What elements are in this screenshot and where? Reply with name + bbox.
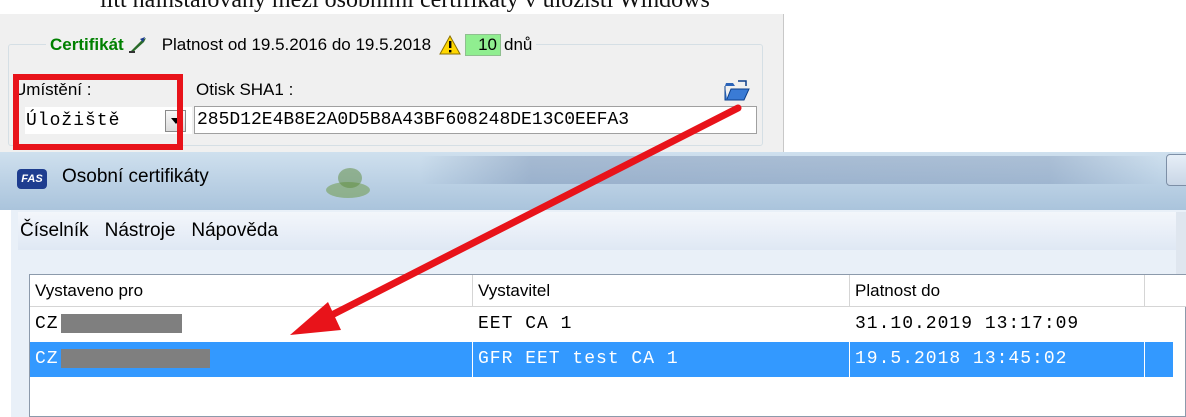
document-text-fragment: litt nainstalovaný mezi osobními certifi…: [0, 0, 1186, 14]
table-row-selected[interactable]: CZ GFR EET test CA 1 19.5.2018 13:45:02: [30, 342, 1173, 377]
personal-certificates-window: FAS Osobní certifikáty Číselník Nástroje…: [0, 152, 1186, 417]
column-header-issuer[interactable]: Vystavitel: [473, 275, 850, 306]
list-header: Vystaveno pro Vystavitel Platnost do: [30, 275, 1186, 307]
issued-to-cell: CZ: [30, 307, 473, 342]
menu-bar: Číselník Nástroje Nápověda: [18, 212, 1186, 250]
certificate-panel: Certifikát Platnost od 19.5.2016 do 19.5…: [0, 14, 784, 152]
days-unit: dnů: [504, 35, 533, 54]
sha1-label: Otisk SHA1 :: [196, 80, 294, 99]
validity-text: Platnost od 19.5.2016 do 19.5.2018: [161, 35, 432, 54]
issuer-cell: EET CA 1: [478, 314, 573, 334]
menu-item-napoveda[interactable]: Nápověda: [183, 220, 286, 242]
certificate-quill-icon: [128, 37, 146, 53]
fas-app-icon: FAS: [17, 169, 47, 189]
window-titlebar: FAS Osobní certifikáty: [0, 152, 1186, 210]
column-header-valid-to[interactable]: Platnost do: [850, 275, 1145, 306]
open-folder-icon[interactable]: [724, 80, 750, 102]
menu-item-nastroje[interactable]: Nástroje: [97, 220, 184, 242]
issued-to-cell: CZ: [30, 342, 473, 377]
highlight-box: [13, 74, 183, 150]
document-text: litt nainstalovaný mezi osobními certifi…: [100, 0, 710, 13]
warning-icon: [439, 35, 461, 55]
certificate-list: Vystaveno pro Vystavitel Platnost do CZ …: [29, 274, 1186, 417]
issuer-cell: GFR EET test CA 1: [473, 342, 850, 377]
sha1-thumbprint-field[interactable]: 285D12E4B8E2A0D5B8A43BF608248DE13C0EEFA3: [194, 106, 757, 134]
certificate-legend: Certifikát Platnost od 19.5.2016 do 19.5…: [46, 34, 537, 56]
issued-to-text: CZ: [35, 314, 59, 334]
days-remaining-value: 10: [465, 34, 502, 56]
menu-item-ciselnik[interactable]: Číselník: [18, 220, 97, 242]
window-control-button[interactable]: [1166, 154, 1186, 186]
column-header-issued-to[interactable]: Vystaveno pro: [30, 275, 473, 306]
blurred-background-band: [420, 156, 1160, 184]
background-blur-icon: [326, 168, 370, 198]
table-row[interactable]: CZ EET CA 1 31.10.2019 13:17:09: [30, 307, 1173, 342]
redacted-block: [60, 313, 182, 333]
issued-to-text: CZ: [35, 349, 59, 369]
window-title: Osobní certifikáty: [62, 166, 209, 187]
certificate-label: Certifikát: [50, 35, 124, 54]
redacted-block: [60, 348, 210, 368]
valid-to-cell: 19.5.2018 13:45:02: [850, 342, 1145, 377]
valid-to-cell: 31.10.2019 13:17:09: [855, 314, 1080, 334]
